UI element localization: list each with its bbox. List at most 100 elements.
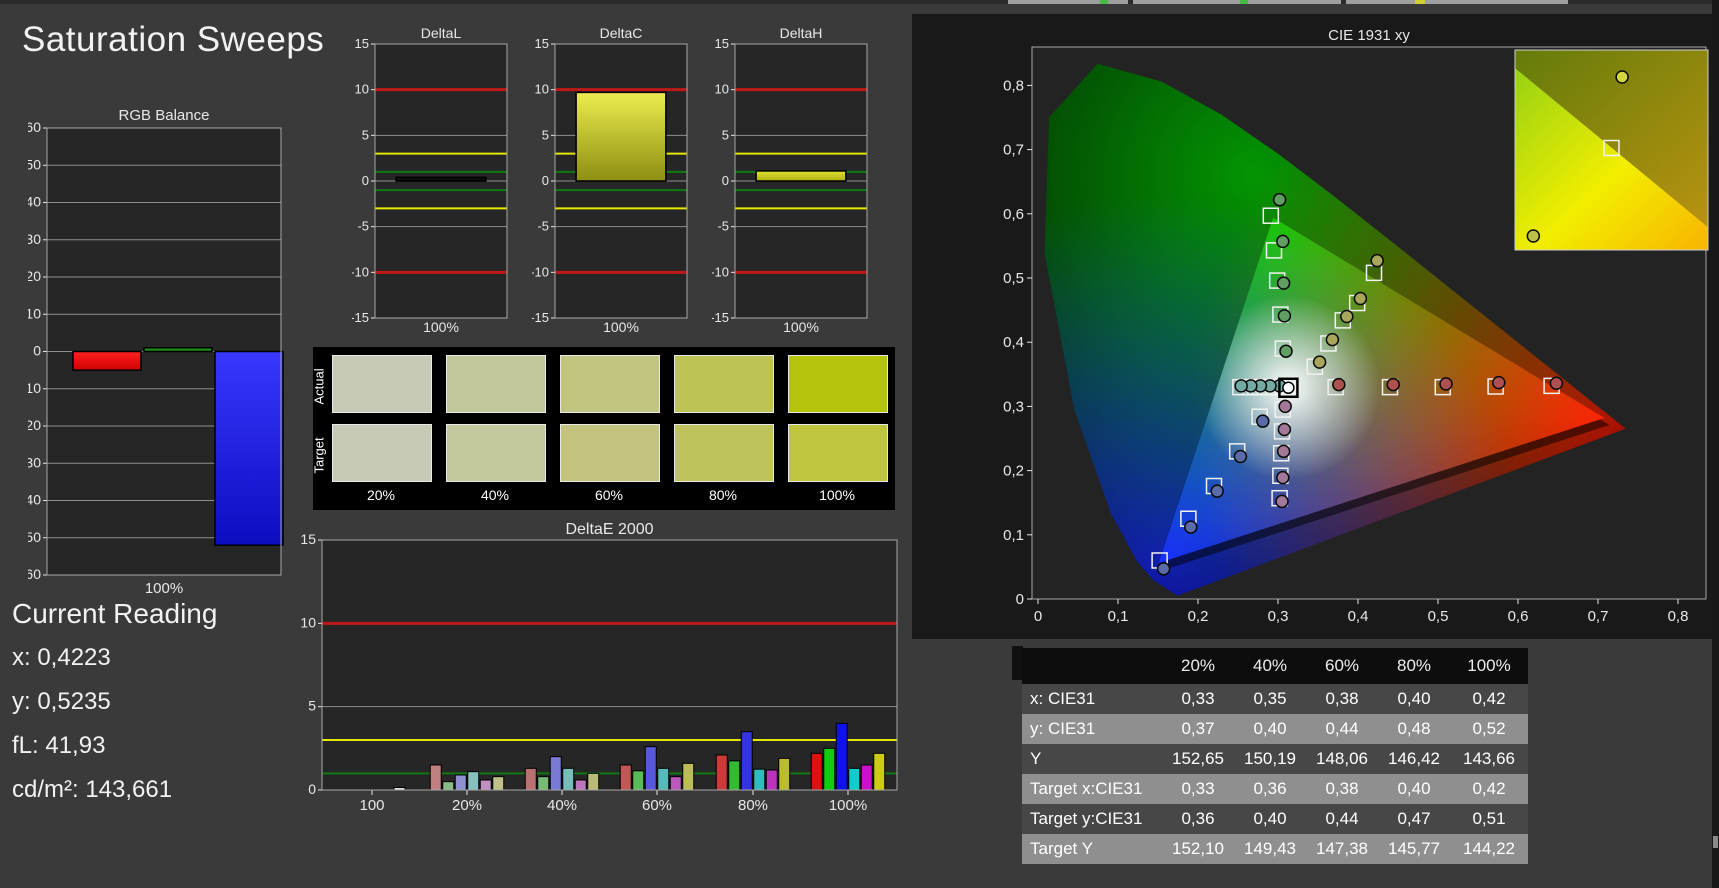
swatch-col-label: 60% [594, 487, 624, 503]
swatch-target-40% [446, 424, 546, 482]
svg-text:0,6: 0,6 [1508, 608, 1529, 625]
bar-deltaH [755, 170, 847, 182]
cie-measured-marker [1276, 470, 1290, 485]
bar-blue [214, 350, 284, 546]
cie-measured-marker [1234, 379, 1248, 393]
svg-text:20%: 20% [452, 797, 482, 812]
swatch-target-20% [332, 424, 432, 482]
svg-text:-10: -10 [28, 380, 41, 396]
deltae-bar [657, 767, 670, 791]
svg-text:0: 0 [308, 781, 316, 797]
deltaC-svg: DeltaC -15 -10 -5 0 5 10 15 100% [530, 25, 688, 335]
table-row: y: CIE31 0,37 0,40 0,44 0,48 0,52 [1022, 714, 1528, 744]
svg-text:100%: 100% [423, 319, 459, 335]
table-row: Target x:CIE31 0,33 0,36 0,38 0,40 0,42 [1022, 774, 1528, 804]
svg-text:20: 20 [28, 268, 41, 284]
svg-text:15: 15 [300, 531, 316, 547]
bar-green [143, 347, 213, 353]
cie-measured-marker [1492, 375, 1506, 390]
svg-text:5: 5 [542, 127, 549, 142]
svg-text:15: 15 [715, 36, 729, 51]
svg-text:10: 10 [355, 82, 369, 97]
cie-measured-marker [1275, 494, 1289, 509]
svg-text:0: 0 [722, 173, 729, 188]
swatch-actual-80% [674, 355, 774, 413]
svg-text:60%: 60% [642, 797, 672, 812]
svg-text:-40: -40 [28, 492, 41, 508]
swatch-col-label: 40% [480, 487, 510, 503]
table-row: x: CIE31 0,33 0,35 0,38 0,40 0,42 [1022, 684, 1528, 714]
deltaH-svg: DeltaH -15 -10 -5 0 5 10 15 100% [710, 25, 868, 335]
deltae-bar [574, 779, 587, 791]
cie-measured-marker [1325, 332, 1340, 347]
calibration-report-screen: Saturation Sweeps RGB Balance-60-50-40-3… [0, 0, 1719, 888]
cie-measured-marker [1210, 484, 1224, 498]
deltae-bar [810, 752, 823, 791]
svg-text:60: 60 [28, 119, 41, 135]
deltae-bar [562, 767, 575, 791]
delta-e-2000-chart[interactable]: DeltaE 2000 0 5 10 15 100 20% 40% 60% 80% 100% [296, 520, 902, 814]
toolbar-edge-segment [1008, 0, 1128, 4]
svg-text:0,4: 0,4 [1003, 334, 1024, 351]
svg-text:100%: 100% [829, 797, 867, 812]
toolbar-edge [0, 0, 1719, 4]
delta-l-chart[interactable]: DeltaL -15 -10 -5 0 5 10 15 100% [350, 24, 514, 336]
delta-h-chart[interactable]: DeltaH -15 -10 -5 0 5 10 15 100% [710, 24, 874, 336]
table-row: Y 152,65 150,19 148,06 146,42 143,66 [1022, 744, 1528, 774]
table-header-row: 20% 40% 60% 80% 100% [1022, 648, 1528, 684]
svg-text:0,2: 0,2 [1003, 463, 1024, 480]
cie-1931-chart[interactable]: CIE 1931 xy 0 0,1 0,2 0,3 0,4 0,5 0,6 0,7 0,8 0 0,1… [912, 14, 1712, 639]
swatch-target-80% [674, 424, 774, 482]
svg-text:50: 50 [28, 156, 41, 172]
cie-inset-measured-marker [1526, 229, 1541, 243]
scrollbar-handle[interactable] [1713, 836, 1718, 848]
svg-text:5: 5 [308, 698, 316, 714]
chart-title: DeltaH [780, 25, 823, 41]
swatch-row-label-target: Target [311, 437, 327, 474]
deltae-bar [740, 731, 753, 791]
deltae-bar [524, 767, 537, 791]
svg-text:0,8: 0,8 [1003, 77, 1024, 94]
svg-text:0: 0 [362, 173, 369, 188]
svg-text:0,3: 0,3 [1268, 608, 1289, 625]
deltae-bar [860, 764, 873, 791]
svg-text:40: 40 [28, 194, 41, 210]
right-edge-bar[interactable] [1712, 0, 1719, 888]
table-row: Target y:CIE31 0,36 0,40 0,44 0,47 0,51 [1022, 804, 1528, 834]
color-swatch-panel[interactable]: Actual Target 20% 40% 60% 80% 100% [311, 347, 895, 510]
cie-measured-marker [1277, 422, 1292, 437]
svg-text:-5: -5 [357, 219, 369, 234]
deltae-bar [632, 770, 645, 791]
toolbar-edge-green-mark [1100, 0, 1108, 4]
current-reading-y: y: 0,5235 [12, 688, 111, 715]
deltaL-svg: DeltaL -15 -10 -5 0 5 10 15 100% [350, 25, 508, 335]
current-reading: Current Reading x: 0,4223 y: 0,5235 fL: … [12, 598, 217, 820]
svg-text:15: 15 [355, 36, 369, 51]
deltae-bar [479, 779, 492, 791]
swatch-col-label: 20% [366, 487, 396, 503]
svg-text:0,7: 0,7 [1588, 608, 1609, 625]
swatch-actual-40% [446, 355, 546, 413]
svg-text:0,4: 0,4 [1348, 608, 1369, 625]
deltae-bar [873, 752, 886, 791]
cie-measured-marker [1276, 444, 1291, 459]
deltae-bar [765, 769, 778, 791]
svg-text:40%: 40% [547, 797, 577, 812]
bar-deltaL [395, 176, 487, 182]
cie-measured-marker [1272, 192, 1287, 207]
svg-text:10: 10 [300, 614, 316, 630]
toolbar-edge-yellow-mark [1415, 0, 1425, 4]
current-reading-cdm2: cd/m²: 143,661 [12, 776, 173, 803]
delta-c-chart[interactable]: DeltaC -15 -10 -5 0 5 10 15 100% [530, 24, 694, 336]
cie-measured-marker [1184, 520, 1198, 534]
deltae-bar [442, 781, 455, 791]
results-table: 20% 40% 60% 80% 100% x: CIE31 0,33 0,35 0,38 0,40… [1022, 648, 1528, 864]
rgb-balance-chart[interactable]: RGB Balance -60 -50 -40 -30 -20 -10 0 10 20 30 40 50… [21, 104, 286, 598]
deltae-bar [835, 722, 848, 791]
swatch-actual-20% [332, 355, 432, 413]
cie-measured-marker [1279, 344, 1293, 358]
svg-text:-60: -60 [28, 566, 41, 582]
cie-measured-marker [1276, 276, 1291, 290]
deltae-bar [454, 774, 467, 791]
svg-text:-5: -5 [717, 219, 729, 234]
